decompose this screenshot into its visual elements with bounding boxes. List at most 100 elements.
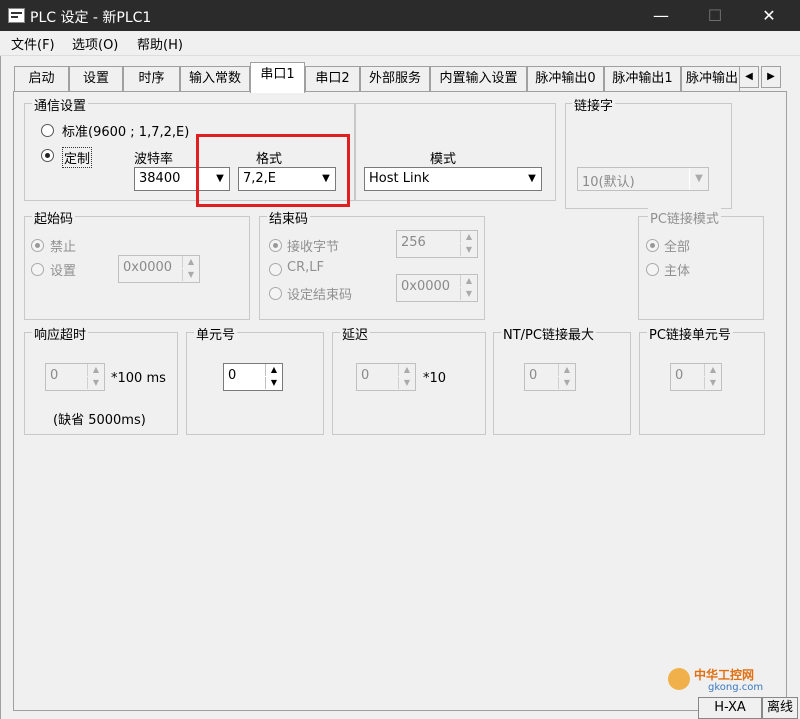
chevron-down-icon[interactable]: ▼ (522, 168, 541, 190)
minimize-button[interactable]: — (638, 0, 684, 31)
link-word-label: 链接字 (572, 95, 616, 114)
pc-link-unit-value: 0 (675, 368, 684, 383)
spin-up-icon[interactable]: ▲ (398, 364, 415, 376)
receive-bytes-spinner[interactable]: 256 ▲ ▼ (396, 230, 478, 258)
end-code-spinner[interactable]: 0x0000 ▲ ▼ (396, 274, 478, 302)
link-word-select[interactable]: 10(默认) ▼ (577, 167, 709, 191)
pc-link-unit-spinner[interactable]: 0 ▲ ▼ (670, 363, 722, 391)
response-timeout-unit: *100 ms (111, 371, 166, 386)
radio-crlf[interactable] (269, 263, 282, 276)
mode-label: 模式 (430, 152, 457, 167)
spin-down-icon[interactable]: ▼ (265, 377, 282, 389)
menu-bar: 文件(F) 选项(O) 帮助(H) (0, 31, 800, 56)
tab-pulse-output-0[interactable]: 脉冲输出0 (527, 66, 604, 92)
delay-value: 0 (361, 368, 370, 383)
tab-pulse-output-2[interactable]: 脉冲输出 (681, 66, 740, 92)
watermark-line2: gkong.com (708, 682, 764, 693)
spin-down-icon[interactable]: ▼ (704, 377, 721, 389)
comm-settings-label: 通信设置 (32, 95, 89, 114)
spin-down-icon[interactable]: ▼ (460, 244, 477, 256)
response-timeout-spinner[interactable]: 0 ▲ ▼ (45, 363, 105, 391)
tab-serial-1[interactable]: 串口1 (250, 62, 305, 93)
tab-pulse-output-1[interactable]: 脉冲输出1 (604, 66, 681, 92)
tab-serial-2[interactable]: 串口2 (305, 66, 360, 92)
set-end-code-label: 设定结束码 (287, 288, 353, 303)
unit-number-label: 单元号 (194, 324, 238, 343)
spin-up-icon[interactable]: ▲ (182, 256, 199, 268)
spin-up-icon[interactable]: ▲ (558, 364, 575, 376)
radio-start-set[interactable] (31, 263, 44, 276)
tab-input-constants[interactable]: 输入常数 (180, 66, 250, 92)
radio-standard[interactable] (41, 124, 54, 137)
radio-set-end-code[interactable] (269, 287, 282, 300)
pc-link-mode-label: PC链接模式 (648, 208, 721, 227)
radio-custom[interactable] (41, 149, 54, 162)
menu-options[interactable]: 选项(O) (72, 34, 118, 53)
spin-down-icon[interactable]: ▼ (182, 269, 199, 281)
receive-bytes-label: 接收字节 (287, 240, 340, 255)
response-timeout-value: 0 (50, 368, 59, 383)
standard-label: 标准(9600 ; 1,7,2,E) (62, 125, 190, 140)
tab-builtin-input[interactable]: 内置输入设置 (430, 66, 527, 92)
pc-link-all-label: 全部 (664, 240, 691, 255)
radio-receive-bytes[interactable] (269, 239, 282, 252)
tab-scroll-left-icon[interactable]: ◀ (739, 66, 759, 88)
unit-number-value: 0 (228, 368, 237, 383)
menu-help[interactable]: 帮助(H) (137, 34, 183, 53)
delay-label: 延迟 (340, 324, 371, 343)
tab-external-service[interactable]: 外部服务 (360, 66, 430, 92)
delay-unit: *10 (423, 371, 447, 386)
window-title: PLC 设定 - 新PLC1 (30, 10, 152, 26)
highlight-box (196, 134, 350, 207)
crlf-label: CR,LF (287, 260, 324, 275)
radio-pc-link-master[interactable] (646, 263, 659, 276)
radio-pc-link-all[interactable] (646, 239, 659, 252)
spin-up-icon[interactable]: ▲ (704, 364, 721, 376)
start-code-label: 起始码 (32, 208, 76, 227)
close-button[interactable]: ✕ (746, 0, 792, 31)
spin-up-icon[interactable]: ▲ (460, 231, 477, 243)
tab-startup[interactable]: 启动 (14, 66, 69, 92)
custom-label: 定制 (62, 147, 93, 168)
watermark-line1: 中华工控网 (694, 668, 755, 682)
tab-scroll-right-icon[interactable]: ▶ (761, 66, 781, 88)
tab-timing[interactable]: 时序 (123, 66, 180, 92)
title-bar: PLC 设定 - 新PLC1 — ☐ ✕ (0, 0, 800, 31)
nt-pc-link-max-label: NT/PC链接最大 (501, 324, 596, 343)
end-code-value: 0x0000 (401, 279, 451, 294)
status-cell-model: H-XA (698, 697, 762, 719)
status-cell-offline: 离线 (762, 697, 798, 719)
start-code-spinner[interactable]: 0x0000 ▲ ▼ (118, 255, 200, 283)
start-set-label: 设置 (50, 264, 77, 279)
link-word-value: 10(默认) (582, 175, 635, 190)
nt-pc-link-max-spinner[interactable]: 0 ▲ ▼ (524, 363, 576, 391)
nt-pc-link-max-value: 0 (529, 368, 538, 383)
app-icon (8, 8, 25, 23)
baud-rate-value: 38400 (139, 171, 181, 186)
spin-down-icon[interactable]: ▼ (460, 288, 477, 300)
radio-start-disable[interactable] (31, 239, 44, 252)
baud-rate-label: 波特率 (134, 152, 174, 167)
maximize-button[interactable]: ☐ (692, 0, 738, 31)
chevron-down-icon[interactable]: ▼ (689, 168, 708, 190)
pc-link-unit-label: PC链接单元号 (647, 324, 733, 343)
delay-spinner[interactable]: 0 ▲ ▼ (356, 363, 416, 391)
spin-down-icon[interactable]: ▼ (558, 377, 575, 389)
gear-icon (668, 668, 690, 690)
unit-number-spinner[interactable]: 0 ▲ ▼ (223, 363, 283, 391)
mode-value: Host Link (369, 171, 430, 186)
menu-file[interactable]: 文件(F) (11, 34, 55, 53)
spin-up-icon[interactable]: ▲ (265, 364, 282, 376)
tab-settings[interactable]: 设置 (69, 66, 123, 92)
link-word-group (565, 103, 732, 209)
response-timeout-label: 响应超时 (32, 324, 89, 343)
start-code-value: 0x0000 (123, 260, 173, 275)
spin-up-icon[interactable]: ▲ (460, 275, 477, 287)
mode-select[interactable]: Host Link ▼ (364, 167, 542, 191)
end-code-label: 结束码 (267, 208, 311, 227)
spin-down-icon[interactable]: ▼ (87, 377, 104, 389)
start-disable-label: 禁止 (50, 240, 77, 255)
spin-up-icon[interactable]: ▲ (87, 364, 104, 376)
spin-down-icon[interactable]: ▼ (398, 377, 415, 389)
response-timeout-default: (缺省 5000ms) (53, 413, 146, 428)
